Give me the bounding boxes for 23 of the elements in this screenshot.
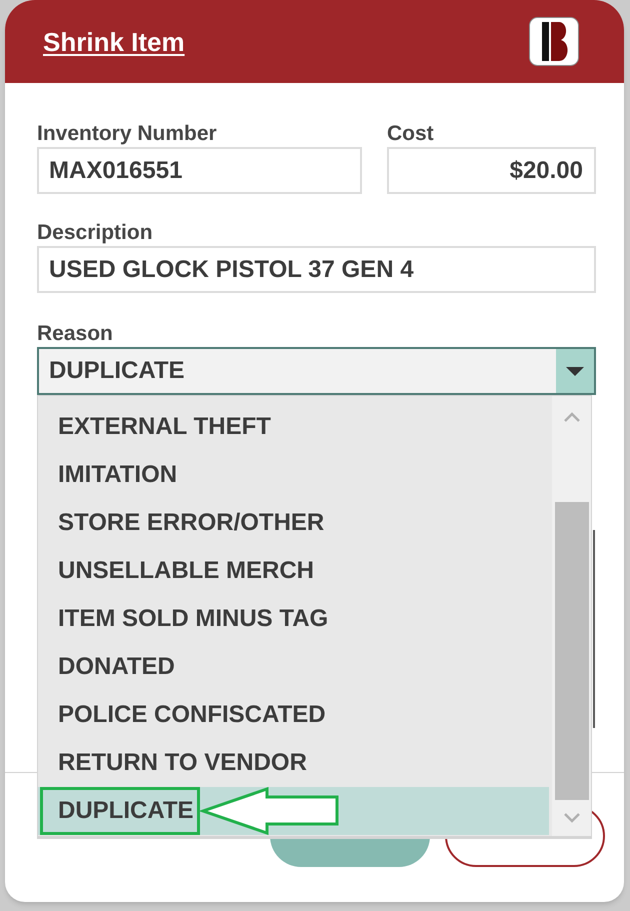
dropdown-option[interactable]: RETURN TO VENDOR bbox=[38, 739, 549, 787]
dropdown-option[interactable]: POLICE CONFISCATED bbox=[38, 691, 549, 739]
dropdown-option[interactable]: IMITATION bbox=[38, 451, 549, 499]
dropdown-option[interactable]: UNSELLABLE MERCH bbox=[38, 547, 549, 595]
chevron-up-icon[interactable] bbox=[564, 412, 580, 422]
scrollbar-thumb[interactable] bbox=[554, 502, 588, 800]
field-label: Description bbox=[37, 220, 154, 246]
logo-icon bbox=[529, 17, 579, 66]
dropdown-option[interactable]: STORE ERROR/OTHER bbox=[38, 499, 549, 547]
dropdown-option[interactable]: DONATED bbox=[38, 643, 549, 691]
dropdown-option[interactable]: ITEM SOLD MINUS TAG bbox=[38, 595, 549, 643]
chevron-down-icon[interactable] bbox=[564, 813, 580, 823]
dropdown-option[interactable]: EXTERNAL THEFT bbox=[38, 403, 549, 451]
dropdown-option[interactable]: DUPLICATE bbox=[38, 787, 549, 835]
field-label: Inventory Number bbox=[37, 121, 218, 147]
caret-icon bbox=[556, 349, 594, 393]
cost-field[interactable]: $20.00 bbox=[387, 147, 596, 194]
description-field[interactable]: USED GLOCK PISTOL 37 GEN 4 bbox=[37, 246, 596, 293]
dialog-title: Shrink Item bbox=[43, 26, 185, 58]
field-label: Reason bbox=[37, 321, 114, 347]
reason-select[interactable]: DUPLICATE bbox=[37, 347, 596, 395]
field-label: Cost bbox=[387, 121, 435, 147]
inventory-number-field[interactable]: MAX016551 bbox=[37, 147, 362, 194]
